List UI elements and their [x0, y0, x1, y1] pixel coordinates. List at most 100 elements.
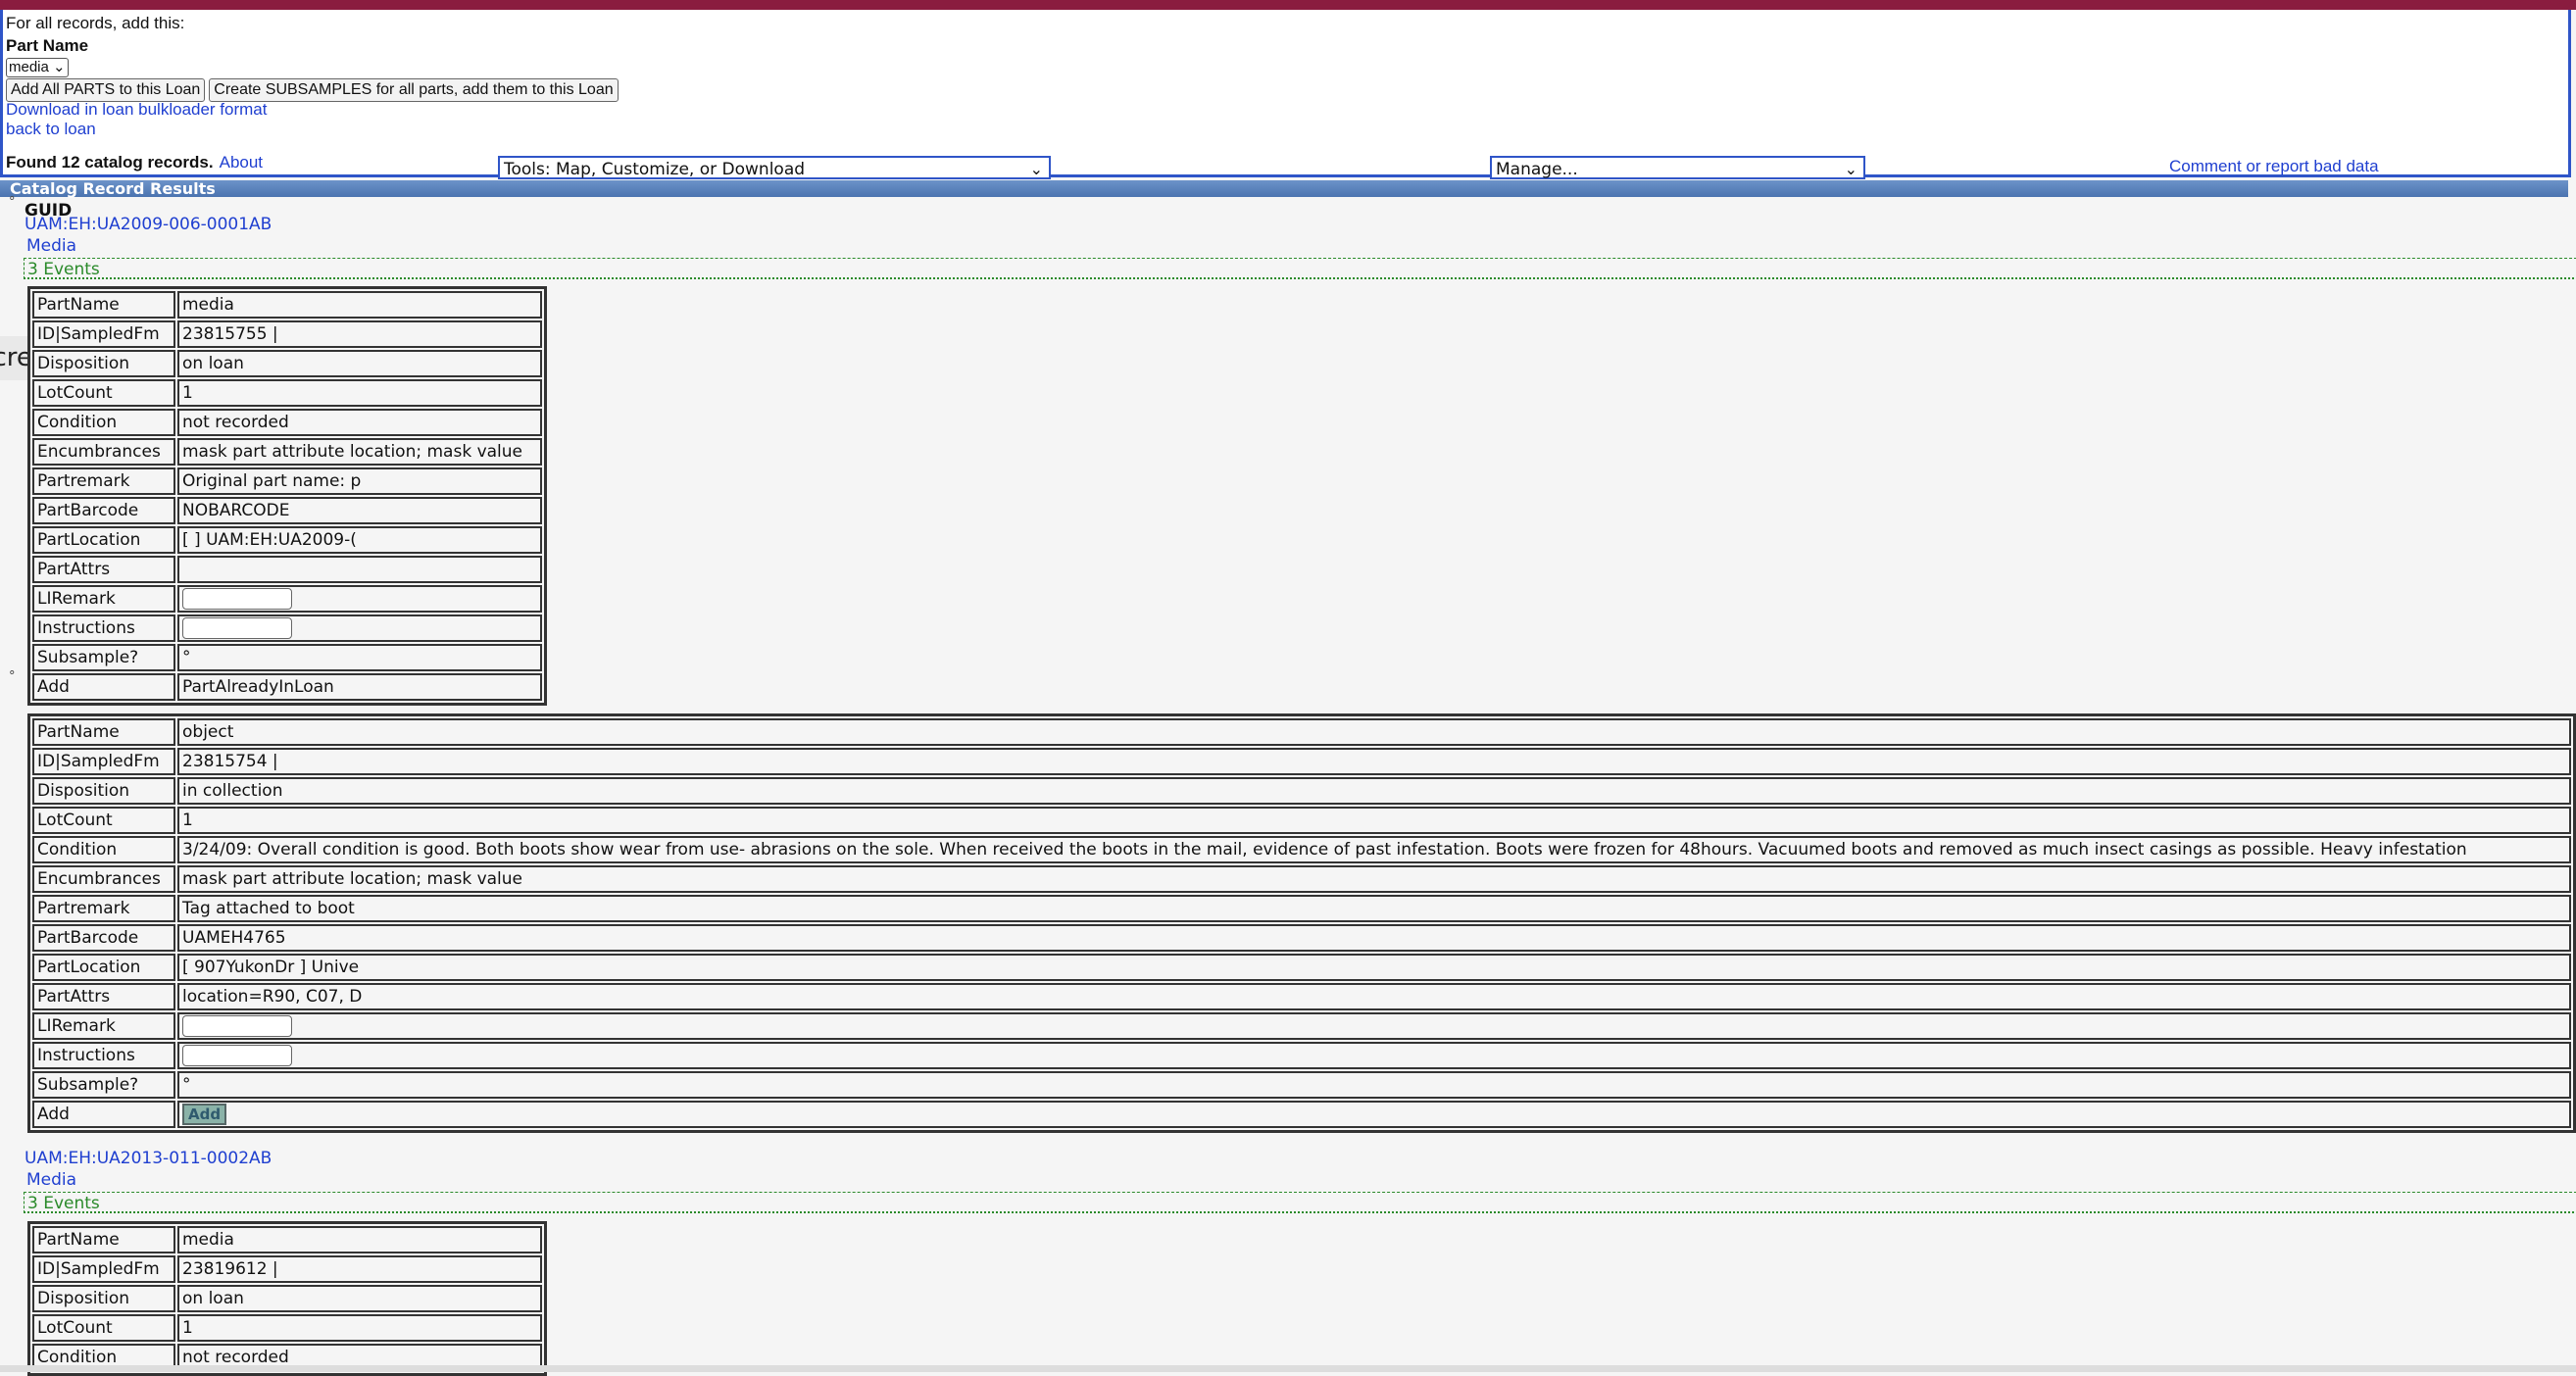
- field-label: LotCount: [32, 807, 175, 834]
- field-value: on loan: [177, 350, 542, 377]
- about-link[interactable]: About: [220, 153, 263, 172]
- record-guid-link[interactable]: UAM:EH:UA2009-006-0001AB: [25, 215, 272, 234]
- instructions-input[interactable]: [182, 617, 292, 639]
- field-value: on loan: [177, 1285, 542, 1312]
- table-row: Add PartAlreadyInLoan: [32, 673, 542, 701]
- field-value: mask part attribute location; mask value: [177, 438, 542, 466]
- field-label: Condition: [32, 409, 175, 436]
- table-row: PartName media: [32, 1226, 542, 1253]
- table-row: Condition 3/24/09: Overall condition is g…: [32, 836, 2571, 863]
- table-row: PartAttrs location=R90, C07, D: [32, 983, 2571, 1010]
- back-to-loan-link[interactable]: back to loan: [6, 120, 96, 138]
- field-value: [ 907YukonDr ] Unive: [177, 954, 2571, 981]
- tools-select-value: Tools: Map, Customize, or Download: [504, 160, 806, 179]
- create-subsamples-button[interactable]: Create SUBSAMPLES for all parts, add the…: [209, 78, 619, 102]
- liremark-input[interactable]: [182, 1015, 292, 1037]
- results-header: Catalog Record Results: [0, 180, 2568, 197]
- table-row: PartLocation[ ] UAM:EH:UA2009-(: [32, 526, 542, 554]
- field-label: Add: [32, 673, 175, 701]
- liremark-input[interactable]: [182, 588, 292, 610]
- field-value: [ ] UAM:EH:UA2009-(: [177, 526, 542, 554]
- table-row: PartAttrs: [32, 556, 542, 583]
- field-value: 3/24/09: Overall condition is good. Both…: [177, 836, 2571, 863]
- field-value: 1: [177, 1314, 542, 1342]
- part-table: PartName object ID|SampledFm 23815754 | Di…: [27, 713, 2576, 1133]
- field-label: Encumbrances: [32, 865, 175, 893]
- table-row: Disposition on loan: [32, 1285, 542, 1312]
- download-bulkloader-link[interactable]: Download in loan bulkloader format: [6, 100, 268, 119]
- field-value: 23819612 |: [177, 1255, 542, 1283]
- table-row: Instructions: [32, 1042, 2571, 1069]
- field-label: PartBarcode: [32, 497, 175, 524]
- events-row[interactable]: 3 Events: [24, 258, 2576, 279]
- table-row: Disposition in collection: [32, 777, 2571, 805]
- part-name-select[interactable]: media ⌄: [6, 58, 69, 77]
- table-row: Instructions: [32, 614, 542, 642]
- field-value: [177, 556, 542, 583]
- field-label: PartName: [32, 1226, 175, 1253]
- field-label: Instructions: [32, 1042, 175, 1069]
- field-value: mask part attribute location; mask value: [177, 865, 2571, 893]
- field-value: 23815755 |: [177, 320, 542, 348]
- subsample-checkbox[interactable]: °: [177, 644, 542, 671]
- table-row: LotCount 1: [32, 807, 2571, 834]
- field-label: Condition: [32, 836, 175, 863]
- manage-select-value: Manage...: [1496, 160, 1578, 179]
- field-label: PartLocation: [32, 526, 175, 554]
- table-row: PartBarcode NOBARCODE: [32, 497, 542, 524]
- subsample-checkbox[interactable]: °: [177, 1071, 2571, 1099]
- part-table: PartName media ID|SampledFm 23819612 | Dis…: [27, 1221, 547, 1376]
- field-label: Disposition: [32, 1285, 175, 1312]
- table-row: Partremark Original part name: p: [32, 467, 542, 495]
- table-row: Subsample? °: [32, 644, 542, 671]
- events-row[interactable]: 3 Events: [24, 1192, 2576, 1213]
- field-label: Disposition: [32, 350, 175, 377]
- field-value: not recorded: [177, 409, 542, 436]
- for-all-text: For all records, add this:: [6, 14, 185, 32]
- table-row: Encumbrances mask part attribute location…: [32, 865, 2571, 893]
- field-value: NOBARCODE: [177, 497, 542, 524]
- field-value: 1: [177, 807, 2571, 834]
- field-label: LotCount: [32, 1314, 175, 1342]
- found-count-text: Found 12 catalog records.: [6, 153, 214, 172]
- field-label: ID|SampledFm: [32, 748, 175, 775]
- table-row: ID|SampledFm 23815755 |: [32, 320, 542, 348]
- field-value: 1: [177, 379, 542, 407]
- record-guid-link[interactable]: UAM:EH:UA2013-011-0002AB: [25, 1149, 272, 1168]
- tools-select[interactable]: Tools: Map, Customize, or Download ⌄: [498, 156, 1051, 179]
- field-label: Subsample?: [32, 644, 175, 671]
- top-color-bar: [0, 0, 2576, 10]
- manage-select[interactable]: Manage... ⌄: [1490, 156, 1865, 179]
- table-row: Subsample? °: [32, 1071, 2571, 1099]
- part-status: PartAlreadyInLoan: [177, 673, 542, 701]
- field-label: Encumbrances: [32, 438, 175, 466]
- comment-link[interactable]: Comment or report bad data: [2169, 157, 2379, 176]
- field-value: Tag attached to boot: [177, 895, 2571, 922]
- field-label: Partremark: [32, 467, 175, 495]
- part-name-label: Part Name: [6, 36, 89, 55]
- chevron-down-icon: ⌄: [1029, 160, 1043, 178]
- horizontal-scrollbar[interactable]: [0, 1365, 2576, 1372]
- chevron-down-icon: ⌄: [53, 59, 66, 75]
- field-label: Instructions: [32, 614, 175, 642]
- field-label: LIRemark: [32, 1012, 175, 1040]
- media-link[interactable]: Media: [26, 1170, 76, 1190]
- table-row: ID|SampledFm 23819612 |: [32, 1255, 542, 1283]
- field-label: PartAttrs: [32, 556, 175, 583]
- media-link[interactable]: Media: [26, 236, 76, 256]
- field-label: PartAttrs: [32, 983, 175, 1010]
- field-label: ID|SampledFm: [32, 1255, 175, 1283]
- field-label: Subsample?: [32, 1071, 175, 1099]
- field-label: PartName: [32, 291, 175, 319]
- field-label: PartBarcode: [32, 924, 175, 952]
- add-part-button[interactable]: Add: [182, 1104, 227, 1125]
- table-row: Partremark Tag attached to boot: [32, 895, 2571, 922]
- field-value: UAMEH4765: [177, 924, 2571, 952]
- found-count: Found 12 catalog records. About: [6, 153, 263, 172]
- table-row: LIRemark: [32, 585, 542, 613]
- field-label: Add: [32, 1101, 175, 1128]
- instructions-input[interactable]: [182, 1045, 292, 1066]
- table-row: PartLocation[ 907YukonDr ] Unive: [32, 954, 2571, 981]
- part-table: PartName media ID|SampledFm 23815755 | Dis…: [27, 286, 547, 706]
- field-value: Original part name: p: [177, 467, 542, 495]
